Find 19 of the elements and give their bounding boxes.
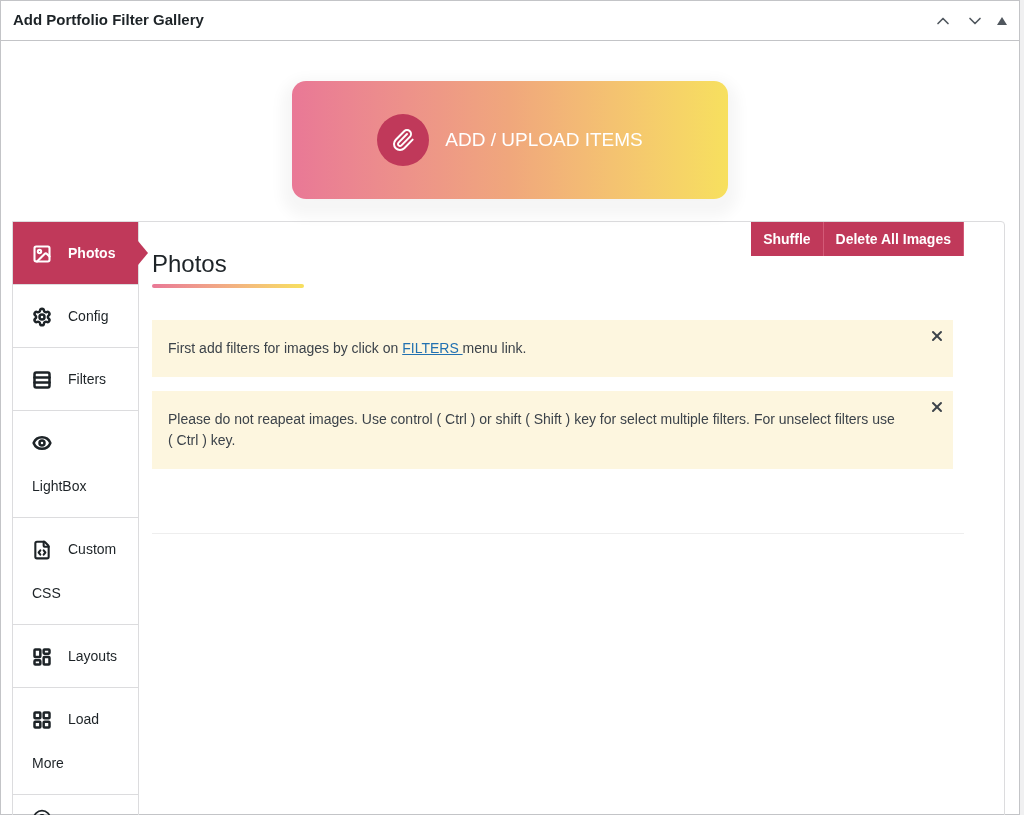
collapse-icon[interactable] <box>997 16 1007 25</box>
rows-icon <box>32 370 52 391</box>
grid-icon <box>32 710 52 731</box>
filters-link[interactable]: FILTERS <box>402 340 463 356</box>
active-tab-pointer <box>138 241 148 265</box>
close-icon[interactable] <box>929 328 945 344</box>
paperclip-icon <box>377 114 430 166</box>
notice-text: First add filters for images by click on FILTERS menu link. <box>168 339 528 358</box>
settings-icon <box>32 307 52 328</box>
action-button[interactable]: Delete All Images <box>823 222 964 256</box>
action-button[interactable]: Shuffle <box>751 222 824 256</box>
image-icon <box>32 244 52 265</box>
sidebar-tab[interactable]: Photos <box>13 222 138 285</box>
notice-text: Please do not reapeat images. Use control ( Ctrl ) or shift ( Shift ) key for select multiple filters. For unselect filters use ( Ctrl ) key. <box>168 410 896 450</box>
close-icon[interactable] <box>929 399 945 415</box>
section-heading: Photos <box>152 249 227 279</box>
window-title: Add Portfolio Filter Gallery <box>13 10 205 31</box>
code-file-icon <box>32 540 52 561</box>
layout-icon <box>32 647 52 668</box>
